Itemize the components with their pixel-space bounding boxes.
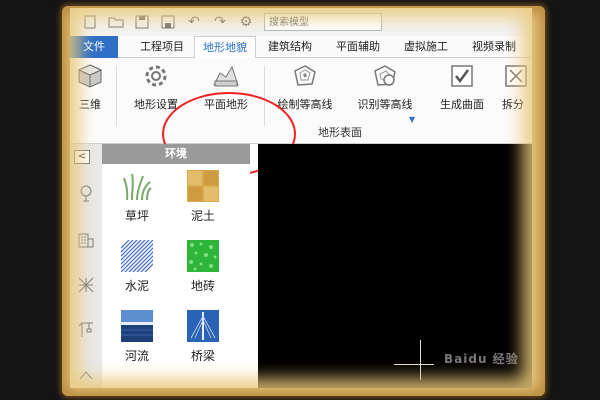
terrain-settings-label: 地形设置 [134,98,178,111]
three-d-button[interactable]: 三维 [72,62,108,118]
save-as-icon[interactable] [160,14,176,30]
collapse-panel-button[interactable]: < [74,150,90,164]
tab-video-record[interactable]: 视频录制 [464,36,524,58]
building-icon[interactable] [77,230,95,248]
tab-plan-assist[interactable]: 平面辅助 [328,36,388,58]
material-cement[interactable]: 水泥 [114,240,160,294]
soil-swatch-icon [187,170,219,202]
search-input[interactable] [264,13,382,31]
open-folder-icon[interactable] [108,14,124,30]
ribbon-separator [116,66,117,126]
tile-swatch-icon [187,240,219,272]
new-file-icon[interactable] [82,14,98,30]
grass-swatch-icon [121,170,153,202]
tree-icon[interactable] [77,184,95,202]
identify-contours-dropdown-arrow[interactable]: ▼ [409,115,415,124]
tab-project[interactable]: 工程项目 [132,36,192,58]
ribbon-tabs: 文件 工程项目 地形地貌 建筑结构 平面辅助 虚拟施工 视频录制 [70,36,532,59]
crosshair-vertical [420,340,421,380]
ribbon-panel: 三维 地形设置 平面地形 绘制等高线 识别等高线 生成曲面 拆分 ▼ 地形表面 [70,58,532,176]
gear-icon[interactable]: ⚙ [238,14,254,30]
bridge-swatch-icon [187,310,219,342]
material-river[interactable]: 河流 [114,310,160,364]
ribbon-group-label: 地形表面 [318,126,362,139]
quick-access-toolbar: ↶ ↷ ⚙ [70,8,532,36]
terrain-settings-icon [142,62,170,90]
identify-contours-button[interactable]: 识别等高线 [352,62,418,118]
material-soil[interactable]: 泥土 [180,170,226,224]
crane-icon[interactable] [77,320,95,338]
crosshair-horizontal [394,364,434,365]
river-swatch-icon [121,310,153,342]
identify-contours-icon [371,62,399,90]
scroll-up-icon[interactable] [77,366,95,384]
split-label: 拆分 [502,98,524,111]
material-label: 泥土 [190,209,215,223]
identify-contours-label: 识别等高线 [357,98,413,111]
panel-title: 环境 [102,144,250,164]
generate-surface-button[interactable]: 生成曲面 [434,62,490,118]
checkbox-check-icon [448,62,476,90]
flat-terrain-button[interactable]: 平面地形 [198,62,254,118]
save-icon[interactable] [134,14,150,30]
material-label: 地砖 [190,279,215,293]
structure-icon[interactable] [77,276,95,294]
material-label: 草坪 [124,209,149,223]
tab-terrain[interactable]: 地形地貌 [194,36,256,59]
flat-terrain-icon [212,62,240,90]
material-bridge[interactable]: 桥梁 [180,310,226,364]
category-strip: < [70,144,102,388]
ribbon-separator [264,66,265,126]
cement-swatch-icon [121,240,153,272]
generate-surface-label: 生成曲面 [440,98,484,111]
material-grass[interactable]: 草坪 [114,170,160,224]
material-label: 水泥 [124,279,149,293]
environment-panel: 环境 草坪 泥土 水泥 地砖 河流 桥梁 [102,144,250,388]
split-button[interactable]: 拆分 [502,62,532,118]
three-d-label: 三维 [79,98,101,111]
redo-icon[interactable]: ↷ [212,14,228,30]
material-label: 河流 [124,349,149,363]
draw-contours-button[interactable]: 绘制等高线 [272,62,338,118]
undo-icon[interactable]: ↶ [186,14,202,30]
tab-virtual-construction[interactable]: 虚拟施工 [396,36,456,58]
viewport-canvas[interactable]: Baidu 经验 [258,144,532,388]
cube-icon [76,62,104,90]
flat-terrain-label: 平面地形 [204,98,248,111]
tab-file[interactable]: 文件 [70,36,118,58]
material-tile[interactable]: 地砖 [180,240,226,294]
app-window: ↶ ↷ ⚙ 文件 工程项目 地形地貌 建筑结构 平面辅助 虚拟施工 视频录制 三… [70,8,532,388]
watermark: Baidu 经验 [444,352,519,366]
split-icon [502,62,530,90]
material-label: 桥梁 [190,349,215,363]
draw-contours-label: 绘制等高线 [277,98,333,111]
terrain-settings-button[interactable]: 地形设置 [128,62,184,118]
tab-building-structure[interactable]: 建筑结构 [260,36,320,58]
draw-contours-icon [291,62,319,90]
